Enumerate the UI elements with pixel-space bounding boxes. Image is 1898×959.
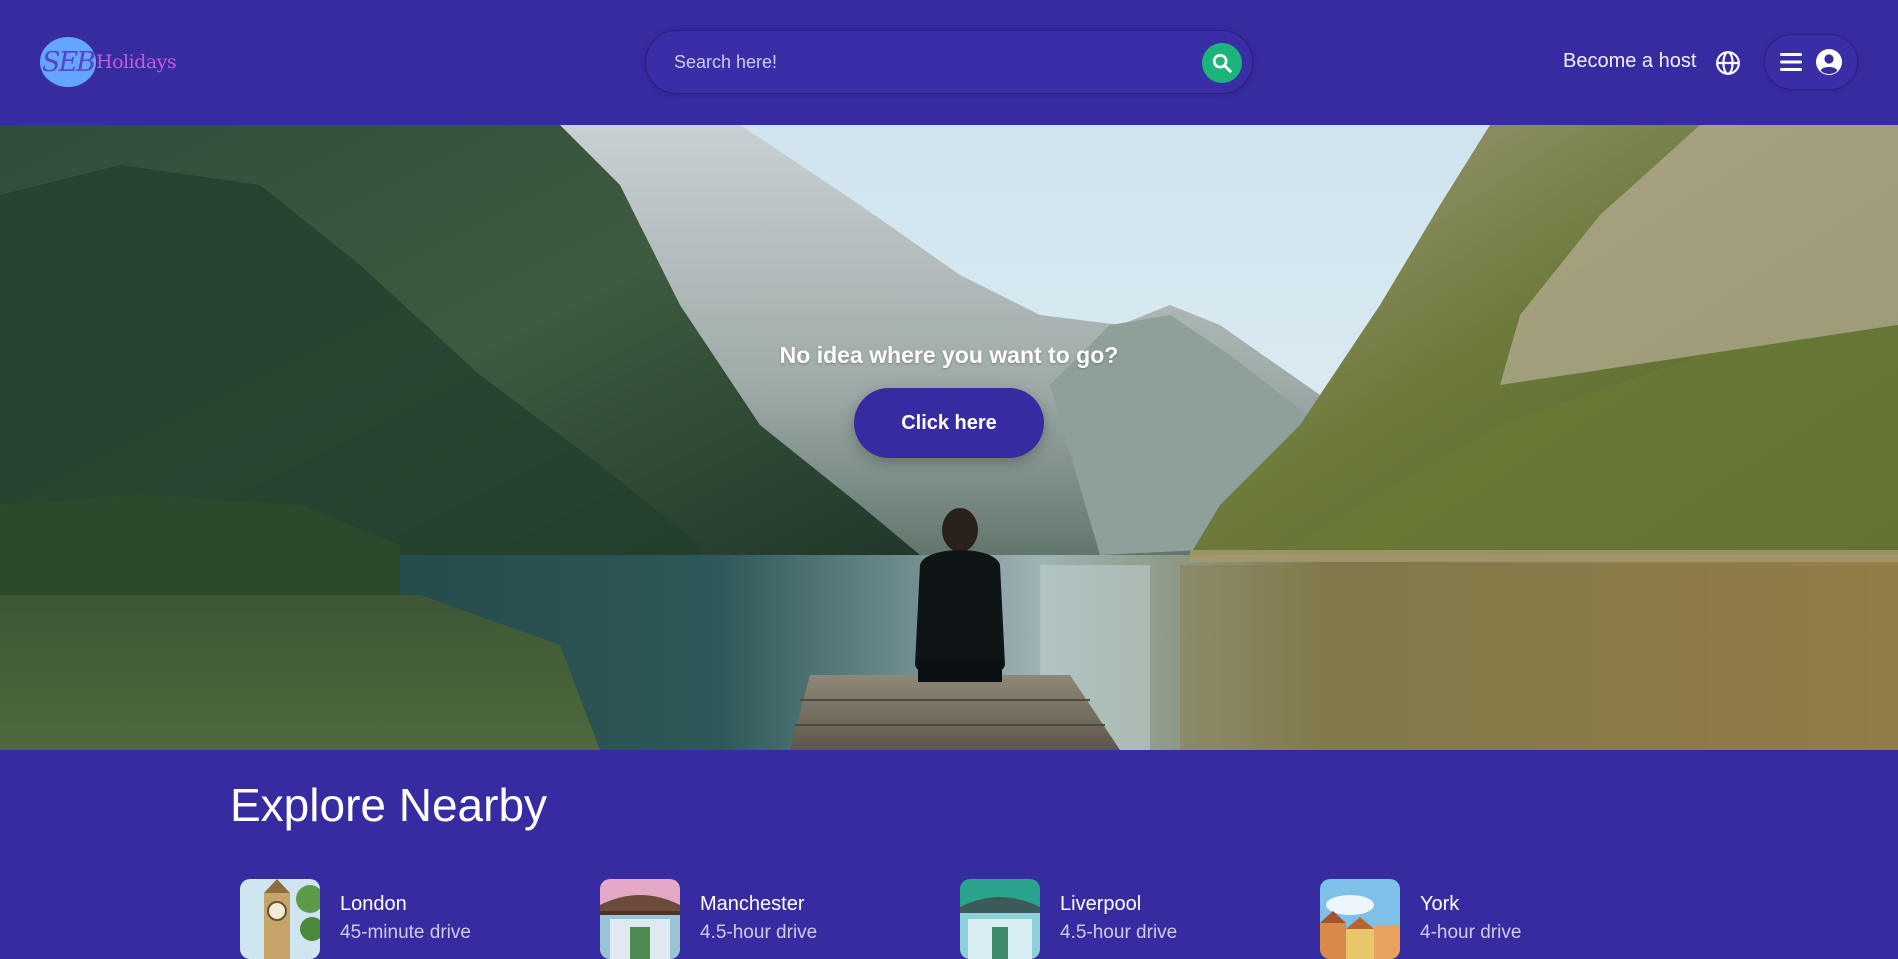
nearby-card-liverpool[interactable]: Liverpool 4.5-hour drive <box>960 879 1177 959</box>
hero-headline: No idea where you want to go? <box>779 342 1119 368</box>
search-input[interactable] <box>672 43 1152 81</box>
nearby-city-name: York <box>1420 893 1460 915</box>
hero-banner: No idea where you want to go? Click here <box>0 125 1898 750</box>
manchester-bridge-image <box>600 879 680 959</box>
explore-nearby-heading: Explore Nearby <box>230 779 548 831</box>
york-thumbnail <box>1320 879 1400 959</box>
search-icon <box>1212 53 1232 73</box>
search-bar <box>645 30 1253 94</box>
brand-logo[interactable]: SEB Holidays <box>40 37 177 87</box>
london-thumbnail <box>240 879 320 959</box>
explore-nearby-list: London 45-minute drive Manchester 4.5-ho… <box>240 879 1740 959</box>
nearby-card-london[interactable]: London 45-minute drive <box>240 879 471 959</box>
nearby-city-name: London <box>340 893 407 915</box>
nearby-city-name: Liverpool <box>1060 893 1142 915</box>
logo-text: Holidays <box>96 51 177 73</box>
user-menu-button[interactable] <box>1764 34 1858 90</box>
search-button[interactable] <box>1202 43 1242 83</box>
nearby-card-manchester[interactable]: Manchester 4.5-hour drive <box>600 879 817 959</box>
become-host-link[interactable]: Become a host <box>1563 50 1696 73</box>
top-navbar: SEB Holidays Become a host <box>0 0 1898 125</box>
globe-icon[interactable] <box>1715 50 1741 76</box>
liverpool-thumbnail <box>960 879 1040 959</box>
user-circle-icon <box>1816 49 1842 75</box>
big-ben-image <box>240 879 320 959</box>
york-houses-image <box>1320 879 1400 959</box>
nearby-card-york[interactable]: York 4-hour drive <box>1320 879 1521 959</box>
nearby-city-name: Manchester <box>700 893 805 915</box>
manchester-thumbnail <box>600 879 680 959</box>
hamburger-icon <box>1780 53 1802 71</box>
liverpool-bridge-image <box>960 879 1040 959</box>
logo-badge: SEB <box>40 37 96 87</box>
hero-cta-button[interactable]: Click here <box>854 388 1044 458</box>
